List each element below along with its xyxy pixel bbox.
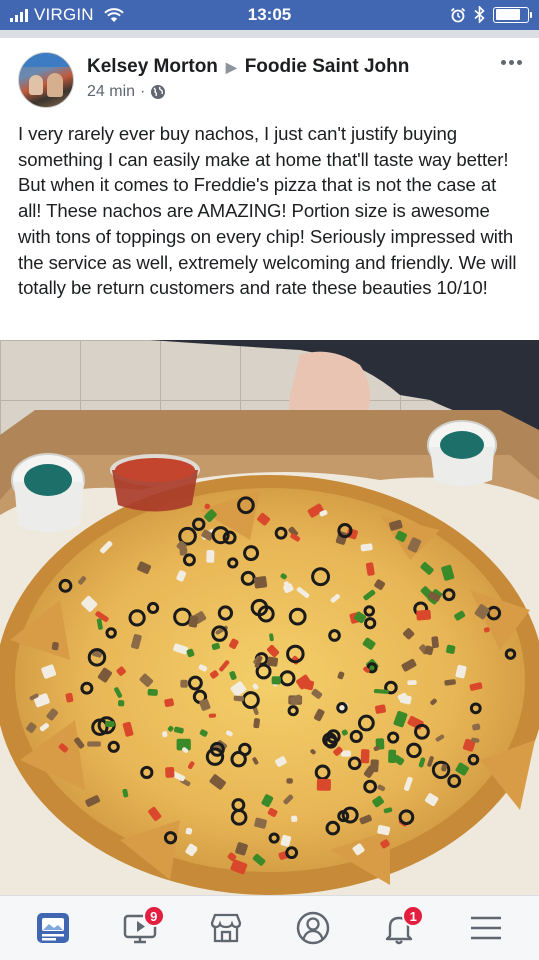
nacho-topping (117, 700, 125, 707)
post-author-line: Kelsey Morton ▶ Foodie Saint John (87, 56, 409, 78)
author-name[interactable]: Kelsey Morton (87, 56, 218, 78)
nacho-topping (253, 718, 260, 729)
nacho-topping (341, 750, 352, 757)
nacho-topping (180, 679, 188, 688)
profile-icon (296, 911, 329, 945)
nacho-topping (165, 767, 175, 778)
nacho-topping (87, 741, 101, 747)
tab-watch[interactable]: 9 (110, 903, 170, 953)
post-header: Kelsey Morton ▶ Foodie Saint John 24 min… (0, 38, 539, 116)
status-bar: VIRGIN 13:05 (0, 0, 539, 30)
tab-profile[interactable] (283, 903, 343, 953)
globe-icon (151, 85, 166, 99)
nacho-topping (104, 721, 115, 727)
nachos-photo-illustration (0, 340, 539, 895)
bottom-tab-bar: 9 1 (0, 895, 539, 960)
avatar[interactable] (18, 52, 74, 108)
news-feed-icon (37, 913, 70, 943)
meta-separator: · (140, 83, 146, 100)
post-options-more-icon[interactable] (501, 60, 522, 65)
nacho-topping (208, 713, 217, 718)
bluetooth-icon (474, 6, 485, 23)
post-meta: 24 min · (87, 83, 166, 101)
watch-badge: 9 (142, 905, 165, 927)
alarm-icon (450, 7, 466, 22)
post-timestamp[interactable]: 24 min (87, 83, 135, 101)
feed-divider (0, 30, 539, 38)
nacho-topping (206, 549, 215, 563)
nacho-topping (253, 576, 268, 589)
nacho-topping (147, 688, 158, 696)
post-body-text: I very rarely ever buy nachos, I just ca… (18, 123, 517, 299)
status-right (450, 6, 532, 23)
battery-icon (493, 6, 532, 23)
nacho-topping (286, 778, 293, 784)
shared-to-arrow-icon: ▶ (225, 58, 237, 75)
nacho-topping (233, 695, 245, 702)
nacho-topping (416, 609, 432, 621)
sour-cream-cup-right (427, 420, 497, 486)
nacho-topping (271, 676, 281, 685)
tab-news-feed[interactable] (23, 903, 83, 953)
nacho-topping (360, 749, 370, 764)
nacho-topping (316, 778, 331, 791)
nacho-topping (407, 680, 417, 686)
tab-marketplace[interactable] (196, 903, 256, 953)
nacho-topping (266, 656, 279, 667)
post-photo[interactable] (0, 340, 539, 895)
marketplace-icon (211, 913, 242, 943)
sour-cream-cup-left (11, 453, 85, 533)
menu-icon (470, 916, 501, 940)
notifications-badge: 1 (402, 905, 425, 927)
nacho-topping (291, 815, 298, 822)
tab-menu[interactable] (456, 903, 516, 953)
nacho-topping (431, 636, 439, 649)
group-name[interactable]: Foodie Saint John (245, 56, 410, 78)
tab-notifications[interactable]: 1 (369, 903, 429, 953)
